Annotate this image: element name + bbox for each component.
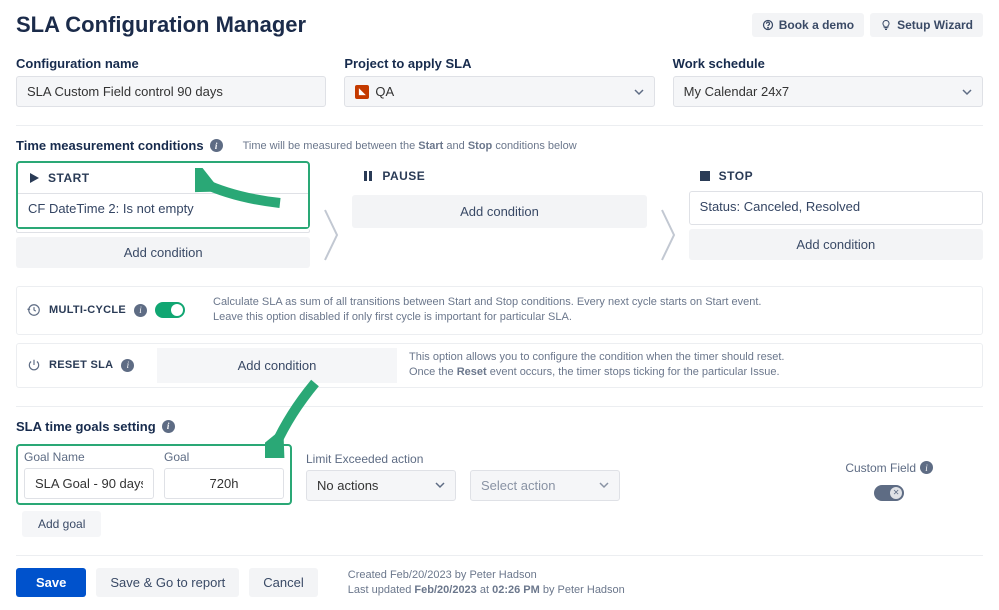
schedule-select[interactable]: My Calendar 24x7 <box>673 76 983 107</box>
start-header: START <box>18 163 308 193</box>
multicycle-row: MULTI-CYCLE i Calculate SLA as sum of al… <box>16 286 983 335</box>
stop-add-condition-button[interactable]: Add condition <box>689 229 983 260</box>
goals-title: SLA time goals setting i <box>16 419 983 434</box>
multicycle-toggle[interactable] <box>155 302 185 318</box>
save-report-button[interactable]: Save & Go to report <box>96 568 239 597</box>
multicycle-label: MULTI-CYCLE <box>49 304 126 316</box>
config-name-label: Configuration name <box>16 56 326 71</box>
config-name-input[interactable] <box>16 76 326 107</box>
schedule-label: Work schedule <box>673 56 983 71</box>
pause-icon <box>362 170 374 182</box>
page-title: SLA Configuration Manager <box>16 12 306 38</box>
goal-value-input[interactable] <box>164 468 284 499</box>
select-action-select[interactable]: Select action <box>470 470 620 501</box>
project-label: Project to apply SLA <box>344 56 654 71</box>
limit-action-select[interactable]: No actions <box>306 470 456 501</box>
reset-row: RESET SLA i Add condition This option al… <box>16 343 983 388</box>
pause-header: PAUSE <box>352 161 646 191</box>
tmc-hint: Time will be measured between the Start … <box>243 140 577 152</box>
play-icon <box>28 172 40 184</box>
goal-name-input[interactable] <box>24 468 154 499</box>
goal-name-header: Goal Name <box>24 450 154 464</box>
add-goal-button[interactable]: Add goal <box>22 511 101 537</box>
separator-chevron <box>657 161 679 268</box>
cancel-button[interactable]: Cancel <box>249 568 317 597</box>
chevron-down-icon <box>435 480 445 490</box>
reset-add-condition-button[interactable]: Add condition <box>157 348 397 383</box>
start-condition[interactable]: CF DateTime 2: Is not empty <box>18 193 308 227</box>
reset-desc: This option allows you to configure the … <box>397 344 796 387</box>
info-icon[interactable]: i <box>210 139 223 152</box>
setup-wizard-button[interactable]: Setup Wizard <box>870 13 983 37</box>
reset-label: RESET SLA <box>49 359 113 371</box>
chevron-down-icon <box>962 87 972 97</box>
custom-field-toggle[interactable]: ✕ <box>874 485 904 501</box>
bulb-icon <box>880 19 892 31</box>
pause-add-condition-button[interactable]: Add condition <box>352 195 646 228</box>
chevron-down-icon <box>634 87 644 97</box>
info-icon[interactable]: i <box>920 461 933 474</box>
project-select[interactable]: ◣QA <box>344 76 654 107</box>
chevron-down-icon <box>599 480 609 490</box>
separator-chevron <box>320 161 342 268</box>
question-icon <box>762 19 774 31</box>
limit-header: Limit Exceeded action <box>306 452 456 466</box>
tmc-title: Time measurement conditions i <box>16 138 223 153</box>
power-icon <box>27 358 41 372</box>
stop-condition[interactable]: Status: Canceled, Resolved <box>689 191 983 225</box>
book-demo-button[interactable]: Book a demo <box>752 13 864 37</box>
multicycle-desc: Calculate SLA as sum of all transitions … <box>213 295 761 326</box>
stop-header: STOP <box>689 161 983 191</box>
history-icon <box>27 303 41 317</box>
info-icon[interactable]: i <box>121 359 134 372</box>
info-icon[interactable]: i <box>134 304 147 317</box>
goal-header: Goal <box>164 450 284 464</box>
stop-icon <box>699 170 711 182</box>
audit-info: Created Feb/20/2023 by Peter Hadson Last… <box>348 568 625 599</box>
custom-field-header: Custom Field i <box>845 461 933 475</box>
start-add-condition-button[interactable]: Add condition <box>16 237 310 268</box>
project-icon: ◣ <box>355 85 369 99</box>
info-icon[interactable]: i <box>162 420 175 433</box>
save-button[interactable]: Save <box>16 568 86 597</box>
